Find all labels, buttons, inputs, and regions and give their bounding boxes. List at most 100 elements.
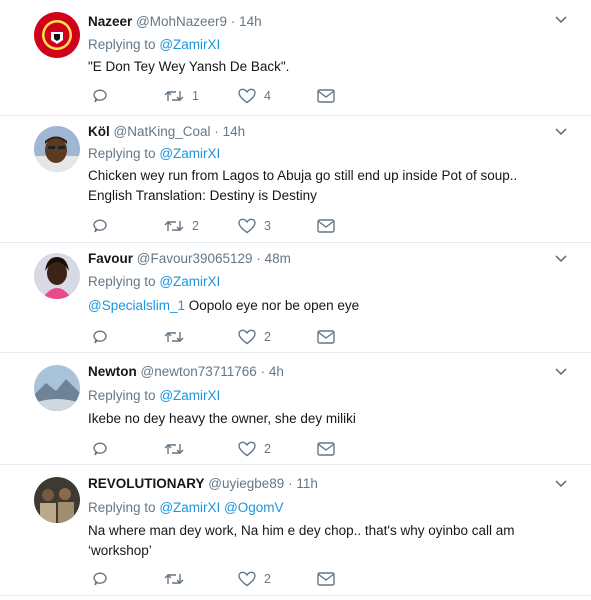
retweet-button[interactable]: 2: [164, 216, 199, 236]
tweet-text: "E Don Tey Wey Yansh De Back".: [88, 57, 568, 77]
reply-button[interactable]: [92, 216, 108, 236]
reply-button[interactable]: [92, 569, 108, 589]
author-name[interactable]: Favour: [88, 251, 133, 266]
manchester-united-crest-avatar[interactable]: [34, 12, 80, 58]
like-button[interactable]: 2: [238, 439, 271, 459]
replying-to: Replying to @ZamirXI: [88, 274, 220, 289]
reply-button[interactable]: [92, 86, 108, 106]
author-handle[interactable]: @NatKing_Coal: [114, 124, 211, 139]
like-button[interactable]: 3: [238, 216, 271, 236]
heart-icon: [238, 218, 256, 234]
separator-dot: ·: [214, 124, 219, 139]
retweet-icon: [164, 574, 184, 584]
mention-link[interactable]: @ZamirXI: [159, 500, 220, 515]
tweet-actions: 2 3: [88, 216, 348, 236]
tweet-text: @Specialslim_1 Oopolo eye nor be open ey…: [88, 296, 568, 316]
tweet-actions: 1 4: [88, 86, 348, 106]
timestamp[interactable]: 4h: [269, 364, 284, 379]
retweet-icon: [164, 444, 184, 454]
envelope-icon: [317, 89, 335, 103]
tweet[interactable]: Newton @newton73711766 · 4h Replying to …: [0, 353, 591, 465]
direct-message-button[interactable]: [317, 86, 335, 106]
author-handle[interactable]: @Favour39065129: [137, 251, 253, 266]
tweet-text: Na where man dey work, Na him e dey chop…: [88, 521, 568, 561]
envelope-icon: [317, 219, 335, 233]
retweet-icon: [164, 221, 184, 231]
chevron-down-icon[interactable]: [555, 480, 567, 488]
author-name[interactable]: Newton: [88, 364, 137, 379]
tweet-text-line: Na where man dey work, Na him e dey chop…: [88, 523, 515, 538]
mention-link[interactable]: @ZamirXI: [159, 146, 220, 161]
tweet-actions: 2: [88, 327, 348, 347]
mention-link[interactable]: @ZamirXI: [159, 37, 220, 52]
author-name[interactable]: Nazeer: [88, 14, 132, 29]
chevron-down-icon[interactable]: [555, 255, 567, 263]
retweet-button[interactable]: [164, 327, 192, 347]
reply-button[interactable]: [92, 327, 108, 347]
mention-link[interactable]: @Specialslim_1: [88, 298, 185, 313]
author-handle[interactable]: @newton73711766: [141, 364, 257, 379]
reply-icon: [93, 219, 107, 233]
direct-message-button[interactable]: [317, 569, 335, 589]
replying-label: Replying to: [88, 37, 156, 52]
chevron-down-icon[interactable]: [555, 368, 567, 376]
direct-message-button[interactable]: [317, 327, 335, 347]
replying-to: Replying to @ZamirXI: [88, 146, 220, 161]
retweet-button[interactable]: [164, 569, 192, 589]
retweet-icon: [164, 332, 184, 342]
like-count: 4: [264, 89, 271, 103]
reply-icon: [93, 442, 107, 456]
timestamp[interactable]: 14h: [239, 14, 262, 29]
reply-icon: [93, 330, 107, 344]
mention-link[interactable]: @ZamirXI: [159, 388, 220, 403]
replying-label: Replying to: [88, 388, 156, 403]
mention-link[interactable]: @ZamirXI: [159, 274, 220, 289]
tweet-text-line: "E Don Tey Wey Yansh De Back".: [88, 59, 290, 74]
replying-label: Replying to: [88, 274, 156, 289]
like-count: 2: [264, 572, 271, 586]
tweet-text-line: Oopolo eye nor be open eye: [185, 298, 360, 313]
person-avatar[interactable]: [34, 126, 80, 172]
like-button[interactable]: 2: [238, 327, 271, 347]
reply-button[interactable]: [92, 439, 108, 459]
author-handle[interactable]: @MohNazeer9: [136, 14, 227, 29]
heart-icon: [238, 329, 256, 345]
tweet[interactable]: Nazeer @MohNazeer9 · 14h Replying to @Za…: [0, 0, 591, 116]
like-count: 2: [264, 442, 271, 456]
author-name[interactable]: Köl: [88, 124, 110, 139]
separator-dot: ·: [256, 251, 261, 266]
reply-feed: Nazeer @MohNazeer9 · 14h Replying to @Za…: [0, 0, 591, 600]
retweet-button[interactable]: [164, 439, 192, 459]
direct-message-button[interactable]: [317, 439, 335, 459]
reply-icon: [93, 89, 107, 103]
tweet-text-line: English Translation: Destiny is Destiny: [88, 188, 317, 203]
timestamp[interactable]: 11h: [296, 476, 318, 491]
author-name[interactable]: REVOLUTIONARY: [88, 476, 205, 491]
replying-label: Replying to: [88, 500, 156, 515]
envelope-icon: [317, 330, 335, 344]
tweet[interactable]: Favour @Favour39065129 · 48m Replying to…: [0, 243, 591, 353]
like-button[interactable]: 4: [238, 86, 271, 106]
retweet-button[interactable]: 1: [164, 86, 199, 106]
retweet-icon: [164, 91, 184, 101]
author-handle[interactable]: @uyiegbe89: [208, 476, 284, 491]
timestamp[interactable]: 48m: [265, 251, 291, 266]
timestamp[interactable]: 14h: [223, 124, 246, 139]
tweet[interactable]: REVOLUTIONARY @uyiegbe89 · 11h Replying …: [0, 465, 591, 596]
mention-link[interactable]: @OgomV: [224, 500, 283, 515]
tweet-text: Chicken wey run from Lagos to Abuja go s…: [88, 166, 568, 206]
reply-icon: [93, 572, 107, 586]
retweet-count: 2: [192, 219, 199, 233]
group-photo-avatar[interactable]: [34, 477, 80, 523]
chevron-down-icon[interactable]: [555, 128, 567, 136]
replying-to: Replying to @ZamirXI: [88, 37, 220, 52]
tweet[interactable]: Köl @NatKing_Coal · 14h Replying to @Zam…: [0, 116, 591, 243]
separator-dot: ·: [230, 14, 236, 29]
chevron-down-icon[interactable]: [555, 16, 567, 24]
like-count: 3: [264, 219, 271, 233]
landscape-avatar[interactable]: [34, 365, 80, 411]
person-avatar[interactable]: [34, 253, 80, 299]
direct-message-button[interactable]: [317, 216, 335, 236]
retweet-count: 1: [192, 89, 199, 103]
like-button[interactable]: 2: [238, 569, 271, 589]
